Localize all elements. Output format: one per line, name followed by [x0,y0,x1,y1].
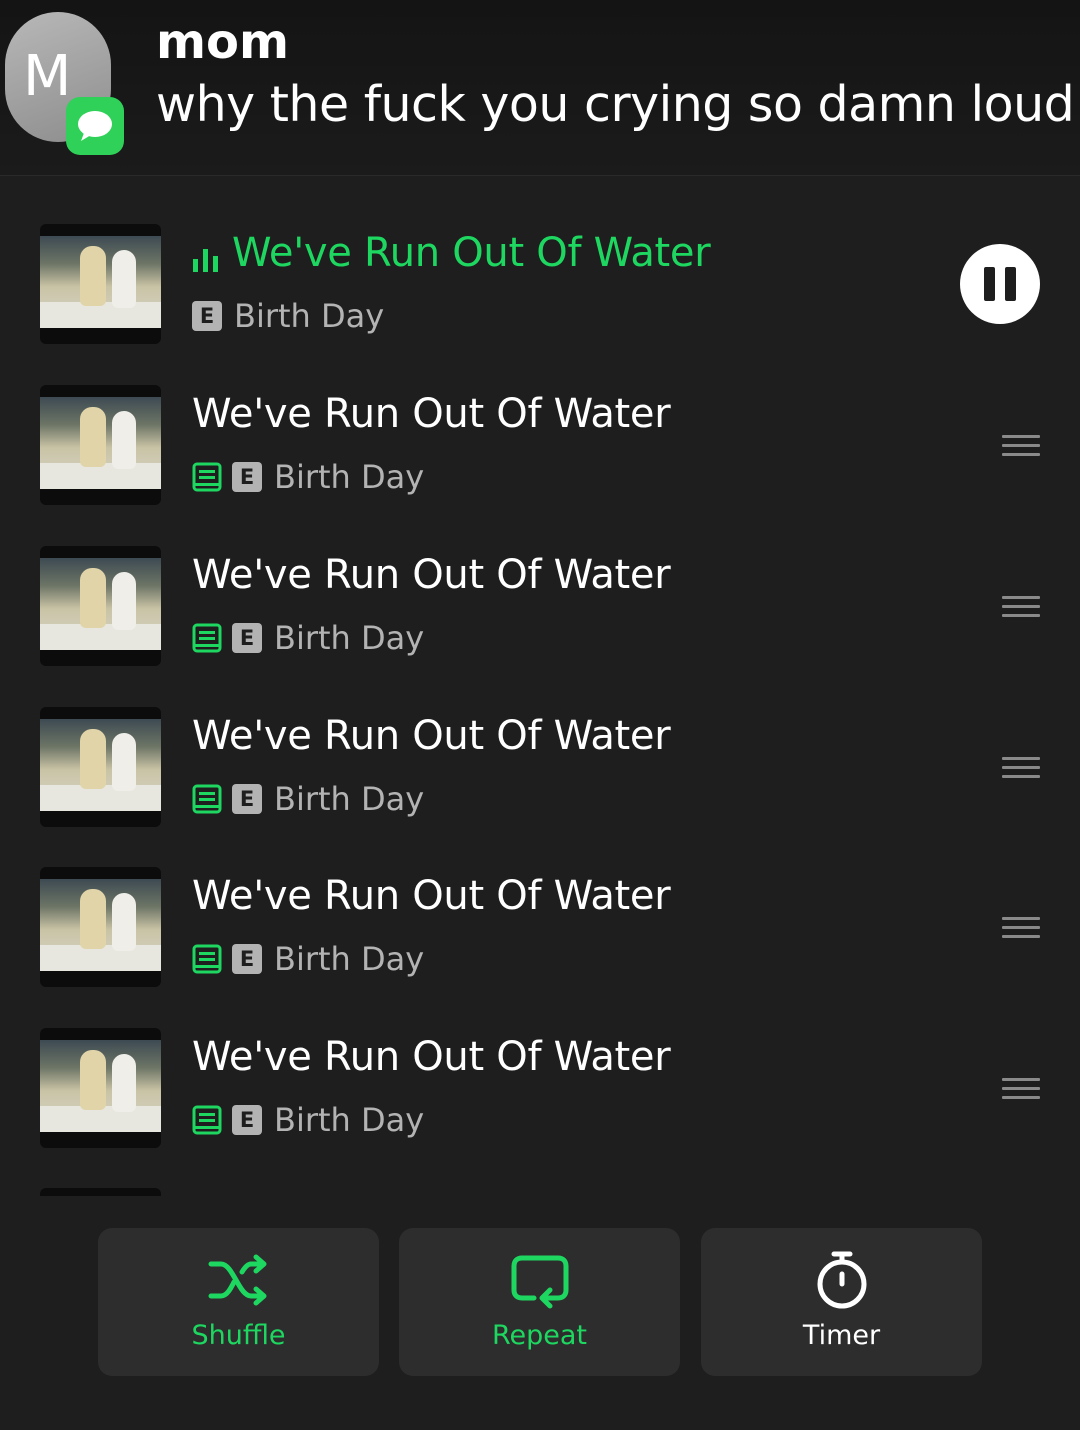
queue-track-row[interactable]: We've Run Out Of Water E Birth Day [0,546,1080,706]
track-title: We've Run Out Of Water [192,713,671,759]
track-artist: Birth Day [274,780,425,818]
repeat-icon [511,1255,568,1309]
track-artist: Birth Day [274,619,425,657]
drag-handle-icon[interactable] [1002,1078,1040,1100]
pause-button[interactable] [960,244,1040,324]
shuffle-label: Shuffle [191,1320,286,1351]
timer-button[interactable]: Timer [701,1228,982,1376]
lyrics-icon [192,623,222,653]
queue-track-row[interactable]: We've Run Out Of Water E Birth Day [0,707,1080,867]
repeat-label: Repeat [491,1320,588,1351]
timer-icon [817,1251,866,1309]
track-title: We've Run Out Of Water [192,873,671,919]
drag-handle-icon[interactable] [1002,435,1040,457]
album-art [40,224,161,344]
album-art [40,385,161,505]
track-title: We've Run Out Of Water [192,552,671,598]
explicit-badge: E [232,944,262,974]
track-meta: E Birth Day [192,457,424,497]
explicit-badge: E [232,462,262,492]
drag-handle-icon[interactable] [1002,757,1040,779]
track-meta: E Birth Day [192,1100,424,1140]
avatar-initial: M [23,44,72,109]
track-meta: E Birth Day [192,779,424,819]
equalizer-icon [193,249,218,272]
album-art [40,867,161,987]
timer-label: Timer [802,1320,881,1351]
repeat-button[interactable]: Repeat [399,1228,680,1376]
track-meta: E Birth Day [192,296,384,336]
track-artist: Birth Day [274,940,425,978]
lyrics-icon [192,1105,222,1135]
pause-icon [984,267,995,301]
track-meta: E Birth Day [192,618,424,658]
queue-track-row[interactable]: We've Run Out Of Water E Birth Day [0,385,1080,545]
album-art [40,546,161,666]
track-meta: E Birth Day [192,939,424,979]
shuffle-icon [208,1254,266,1306]
message-notification[interactable]: M mom why the fuck you crying so damn lo… [0,0,1080,176]
drag-handle-icon[interactable] [1002,596,1040,618]
track-title: We've Run Out Of Water [192,1034,671,1080]
album-art [40,707,161,827]
explicit-badge: E [232,623,262,653]
album-art [40,1028,161,1148]
track-artist: Birth Day [234,297,385,335]
now-playing-row[interactable]: We've Run Out Of Water E Birth Day [0,224,1080,384]
explicit-badge: E [232,1105,262,1135]
track-title: We've Run Out Of Water [192,391,671,437]
messages-icon [66,97,124,155]
notification-message: why the fuck you crying so damn loud [156,76,1075,133]
notification-sender: mom [156,14,290,70]
shuffle-button[interactable]: Shuffle [98,1228,379,1376]
explicit-badge: E [192,301,222,331]
queue-track-row[interactable]: We've Run Out Of Water E Birth Day [0,1028,1080,1188]
queue-track-row[interactable]: We've Run Out Of Water E Birth Day [0,867,1080,1027]
lyrics-icon [192,784,222,814]
lyrics-icon [192,944,222,974]
track-artist: Birth Day [274,1101,425,1139]
track-artist: Birth Day [274,458,425,496]
explicit-badge: E [232,784,262,814]
lyrics-icon [192,462,222,492]
track-title: We've Run Out Of Water [232,230,711,276]
drag-handle-icon[interactable] [1002,917,1040,939]
